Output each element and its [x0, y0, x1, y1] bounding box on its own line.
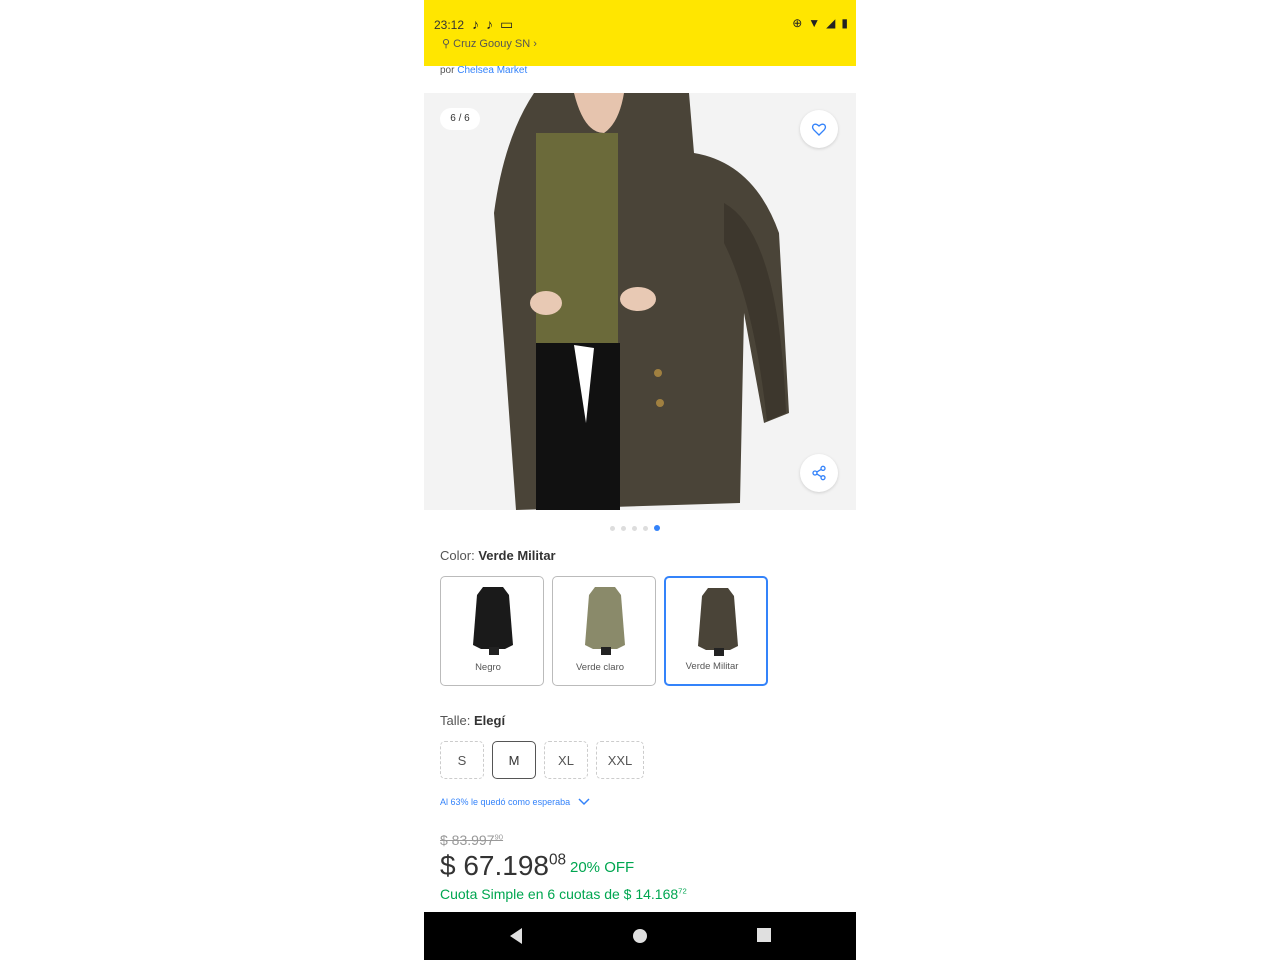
tiktok-icon: ♪ — [486, 16, 493, 32]
seller-line: por Chelsea Market — [440, 65, 527, 76]
gallery-pagination — [610, 525, 660, 531]
color-option-label: Negro — [475, 662, 501, 673]
delivery-location[interactable]: ⚲ Cruz Goouy SN › — [442, 37, 537, 50]
signal-icon: ◢ — [826, 16, 836, 30]
pagination-dot — [643, 525, 648, 531]
color-option-label: Verde claro — [575, 662, 625, 673]
jacket-thumbnail — [585, 587, 625, 655]
recents-square-icon — [757, 928, 771, 942]
discount-badge: 20% OFF — [570, 859, 635, 876]
size-option-xl[interactable]: XL — [544, 741, 588, 779]
home-circle-icon — [633, 929, 647, 943]
notification-icons: ♪ ♪ ▭ — [472, 16, 513, 33]
pagination-dot — [632, 525, 637, 531]
size-option-m[interactable]: M — [492, 741, 536, 779]
phone-screen: 23:12 ♪ ♪ ▭ ⊕ ▼ ◢ ▮ ⚲ Cruz Goouy SN › po… — [424, 0, 856, 960]
size-option-s[interactable]: S — [440, 741, 484, 779]
size-label: Talle: Elegí — [440, 713, 506, 728]
chevron-down-icon — [578, 798, 590, 806]
product-gallery[interactable]: 6 / 6 — [424, 93, 856, 510]
installments-cents: 72 — [678, 886, 687, 896]
installments-info: Cuota Simple en 6 cuotas de $ 14.16872 — [440, 886, 687, 902]
pagination-dot-active — [654, 525, 660, 531]
home-button[interactable] — [631, 927, 649, 950]
product-image — [424, 93, 856, 510]
back-button[interactable] — [508, 927, 524, 950]
fit-note-text: Al 63% le quedó como esperaba — [440, 797, 571, 807]
recents-button[interactable] — [756, 927, 772, 948]
status-time: 23:12 — [434, 18, 465, 32]
back-triangle-icon — [510, 928, 522, 944]
current-price: $ 67.19808 — [440, 850, 567, 881]
current-price-cents: 08 — [549, 851, 567, 869]
size-options: S M XL XXL — [440, 741, 644, 779]
original-price: $ 83.99790 — [440, 832, 504, 848]
size-option-xxl[interactable]: XXL — [596, 741, 644, 779]
battery-icon: ▮ — [841, 16, 848, 30]
status-bar: 23:12 ♪ ♪ ▭ ⊕ ▼ ◢ ▮ ⚲ Cruz Goouy SN › — [424, 0, 856, 66]
wifi-icon: ▼ — [808, 16, 821, 30]
heart-icon — [811, 123, 827, 136]
color-option-negro[interactable]: Negro — [440, 576, 544, 686]
color-option-verde-claro[interactable]: Verde claro — [552, 576, 656, 686]
color-option-label: Verde Militar — [685, 661, 739, 672]
chevron-right-icon: › — [533, 38, 537, 50]
data-saver-icon: ⊕ — [792, 16, 803, 30]
share-button[interactable] — [800, 454, 838, 492]
image-counter: 6 / 6 — [440, 108, 480, 130]
share-icon — [812, 465, 826, 481]
color-option-verde-militar[interactable]: Verde Militar — [664, 576, 768, 686]
color-label: Color: Verde Militar — [440, 548, 556, 563]
seller-link[interactable]: Chelsea Market — [457, 65, 527, 76]
color-options: Negro Verde claro Verde Militar — [440, 576, 768, 686]
jacket-thumbnail — [473, 587, 513, 655]
location-text: Cruz Goouy SN — [453, 38, 531, 50]
fit-note[interactable]: Al 63% le quedó como esperaba — [440, 797, 590, 807]
selected-size: Elegí — [473, 713, 506, 728]
pagination-dot — [610, 525, 615, 531]
pagination-dot — [621, 525, 626, 531]
original-price-cents: 90 — [494, 832, 504, 842]
selected-color: Verde Militar — [478, 548, 556, 563]
system-icons: ⊕ ▼ ◢ ▮ — [792, 16, 848, 30]
jacket-thumbnail — [698, 588, 738, 656]
tiktok-icon: ♪ — [472, 16, 479, 32]
location-pin-icon: ⚲ — [442, 38, 451, 50]
screen-icon: ▭ — [500, 16, 514, 32]
seller-prefix: por — [440, 65, 455, 76]
android-nav-bar — [424, 912, 856, 960]
favorite-button[interactable] — [800, 110, 838, 148]
